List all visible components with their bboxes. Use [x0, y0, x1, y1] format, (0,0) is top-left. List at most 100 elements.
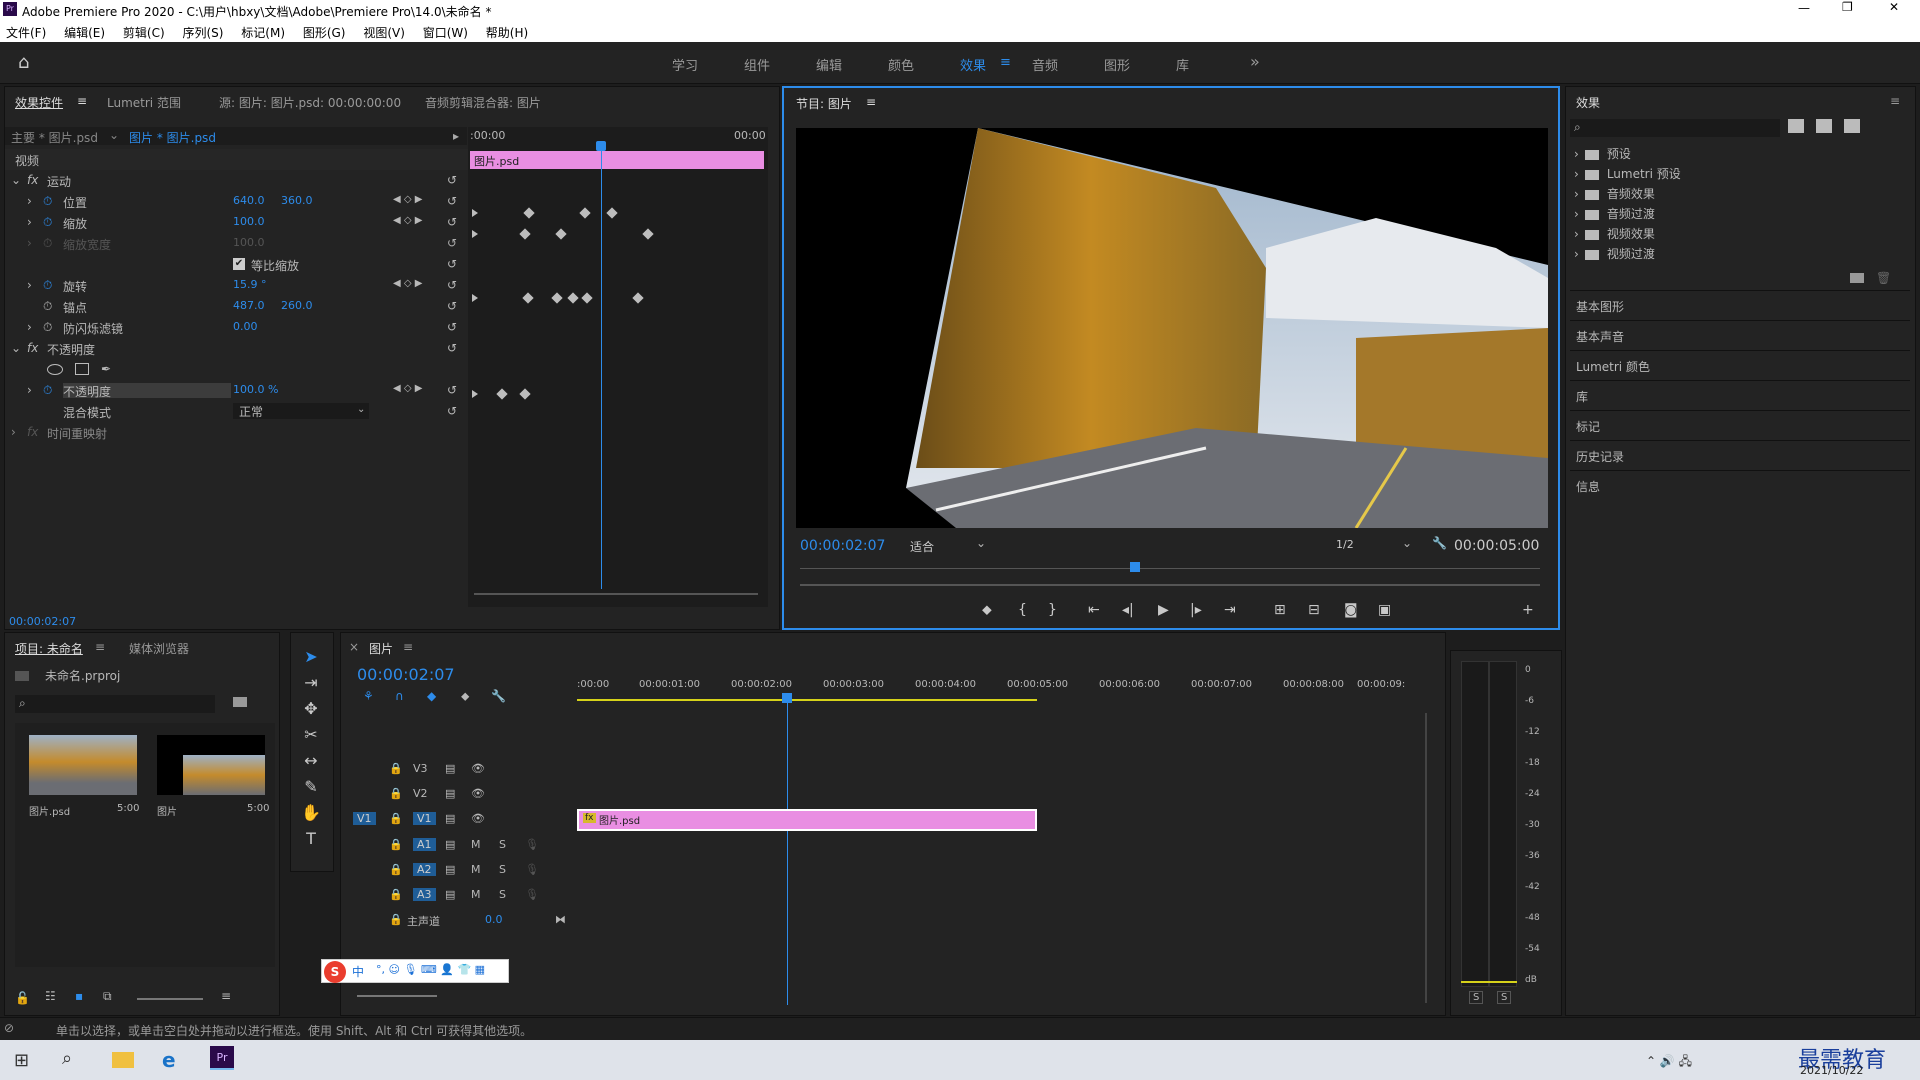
chevron-down-icon[interactable]: ⌄: [1402, 536, 1412, 550]
keyframe-nav-icon[interactable]: ◀ ◇ ▶: [393, 278, 422, 289]
add-marker-icon[interactable]: ⬥: [461, 689, 469, 704]
play-icon[interactable]: ▶: [1158, 602, 1169, 618]
go-to-in-icon[interactable]: ⇤: [1088, 602, 1100, 618]
mark-out-icon[interactable]: }: [1048, 602, 1057, 618]
workspace-graphics[interactable]: 图形: [1104, 55, 1130, 74]
timeline-clip[interactable]: 图片.psd: [577, 809, 1037, 831]
project-search-input[interactable]: ⌕: [15, 695, 215, 713]
menu-help[interactable]: 帮助(H): [486, 26, 528, 40]
program-video-frame[interactable]: [796, 128, 1548, 528]
reset-icon[interactable]: ↺: [447, 194, 457, 208]
solo-button[interactable]: S: [499, 888, 506, 901]
mic-icon[interactable]: 🎙: [525, 838, 539, 851]
program-playhead-timecode[interactable]: 00:00:02:07: [800, 538, 885, 554]
step-back-icon[interactable]: ◂|: [1122, 602, 1134, 618]
menu-marker[interactable]: 标记(M): [241, 26, 285, 40]
menu-clip[interactable]: 剪辑(C): [123, 26, 165, 40]
project-item-thumbnail[interactable]: [157, 735, 265, 795]
pen-tool-icon[interactable]: ✎: [297, 777, 325, 799]
sync-lock-icon[interactable]: ▤: [445, 762, 455, 775]
keyframe[interactable]: [567, 292, 579, 304]
panel-menu-icon[interactable]: ≡: [1890, 94, 1900, 108]
tab-audio-mixer[interactable]: 音频剪辑混合器: 图片: [425, 94, 541, 111]
blend-mode-dropdown[interactable]: 正常: [233, 403, 369, 419]
ec-clip-bar[interactable]: 图片.psd: [470, 151, 764, 169]
delete-icon[interactable]: 🗑: [1876, 271, 1891, 285]
add-button-icon[interactable]: +: [1522, 602, 1534, 618]
keyframe-nav-icon[interactable]: ◀ ◇ ▶: [393, 215, 422, 226]
workspace-assembly[interactable]: 组件: [744, 55, 770, 74]
effects-tree-item[interactable]: › 音频效果: [1574, 185, 1655, 202]
export-frame-icon[interactable]: ◙: [1344, 602, 1358, 618]
more-workspaces-icon[interactable]: »: [1250, 52, 1260, 71]
section-essential-sound[interactable]: 基本声音: [1570, 320, 1910, 349]
menu-edit[interactable]: 编辑(E): [64, 26, 105, 40]
tab-source[interactable]: 源: 图片: 图片.psd: 00:00:00:00: [219, 94, 401, 111]
master-volume-value[interactable]: 0.0: [485, 913, 503, 926]
tab-lumetri-scopes[interactable]: Lumetri 范围: [107, 94, 181, 111]
tab-media-browser[interactable]: 媒体浏览器: [129, 640, 189, 657]
find-icon[interactable]: [233, 697, 247, 707]
slip-tool-icon[interactable]: ↔: [297, 751, 325, 773]
reset-icon[interactable]: ↺: [447, 257, 457, 271]
premiere-taskbar-icon[interactable]: Pr: [210, 1046, 234, 1070]
lock-icon[interactable]: 🔒: [389, 863, 403, 876]
timeline-timecode[interactable]: 00:00:02:07: [357, 665, 455, 684]
program-playhead[interactable]: [1130, 562, 1140, 572]
ec-zoom-scrollbar[interactable]: [474, 593, 758, 595]
reset-icon[interactable]: ↺: [447, 320, 457, 334]
ec-timecode[interactable]: 00:00:02:07: [9, 615, 76, 628]
zoom-slider[interactable]: [137, 998, 203, 1000]
keyframe-marker[interactable]: [472, 390, 478, 398]
chevron-down-icon[interactable]: ⌄: [976, 536, 986, 550]
ripple-edit-tool-icon[interactable]: ✥: [297, 699, 325, 721]
work-area-bar[interactable]: [577, 699, 1037, 701]
section-lumetri-color[interactable]: Lumetri 颜色: [1570, 350, 1910, 379]
search-icon[interactable]: ⌕: [62, 1048, 72, 1069]
effects-tree-item[interactable]: › 音频过渡: [1574, 205, 1655, 222]
timeline-settings-icon[interactable]: 🔧: [491, 689, 506, 703]
reset-icon[interactable]: ↺: [447, 299, 457, 313]
keyframe[interactable]: [642, 228, 654, 240]
lock-icon[interactable]: 🔒: [389, 888, 403, 901]
timeline-scrollbar[interactable]: [357, 995, 437, 997]
uniform-scale-checkbox[interactable]: ✔: [233, 258, 245, 270]
expand-arrow-icon[interactable]: ▸: [453, 129, 459, 143]
effects-panel-title[interactable]: 效果: [1576, 94, 1600, 111]
new-bin-icon[interactable]: [1850, 273, 1864, 283]
restore-icon[interactable]: ❐: [1842, 0, 1853, 14]
lock-icon[interactable]: 🔒: [389, 762, 403, 775]
extract-icon[interactable]: ⊟: [1308, 602, 1320, 618]
solo-right-button[interactable]: S: [1497, 991, 1512, 1004]
sync-lock-icon[interactable]: ▤: [445, 863, 455, 876]
workspace-color[interactable]: 颜色: [888, 55, 914, 74]
stopwatch-icon[interactable]: ⏱: [43, 383, 52, 398]
scale-value[interactable]: 100.0: [233, 215, 265, 228]
mic-icon[interactable]: 🎙: [525, 888, 539, 901]
reset-icon[interactable]: ↺: [447, 341, 457, 355]
section-libraries[interactable]: 库: [1570, 380, 1910, 409]
section-history[interactable]: 历史记录: [1570, 440, 1910, 469]
panel-menu-icon[interactable]: ≡: [95, 640, 105, 654]
workspace-menu-icon[interactable]: ≡: [1000, 55, 1011, 70]
pen-mask-icon[interactable]: ✒: [101, 362, 111, 376]
close-icon[interactable]: ✕: [1889, 0, 1899, 14]
lock-icon[interactable]: 🔒: [389, 787, 403, 800]
opacity-value[interactable]: 100.0 %: [233, 383, 278, 396]
edge-browser-icon[interactable]: e: [162, 1048, 176, 1072]
workspace-libraries[interactable]: 库: [1176, 55, 1189, 74]
keyframe-marker[interactable]: [472, 294, 478, 302]
reset-icon[interactable]: ↺: [447, 278, 457, 292]
workspace-audio[interactable]: 音频: [1032, 55, 1058, 74]
workspace-learn[interactable]: 学习: [672, 55, 698, 74]
menu-window[interactable]: 窗口(W): [423, 26, 468, 40]
eye-icon[interactable]: 👁: [471, 812, 485, 825]
accelerated-effects-icon[interactable]: [1788, 119, 1804, 133]
sync-lock-icon[interactable]: ▤: [445, 838, 455, 851]
lift-icon[interactable]: ⊞: [1274, 602, 1286, 618]
rotation-value[interactable]: 15.9 °: [233, 278, 267, 291]
panel-menu-icon[interactable]: ≡: [866, 95, 876, 109]
tab-menu-icon[interactable]: ≡: [77, 94, 87, 108]
stopwatch-icon[interactable]: ⏱: [43, 215, 52, 230]
timeline-ruler[interactable]: :00:00 00:00:01:00 00:00:02:00 00:00:03:…: [577, 677, 1405, 701]
